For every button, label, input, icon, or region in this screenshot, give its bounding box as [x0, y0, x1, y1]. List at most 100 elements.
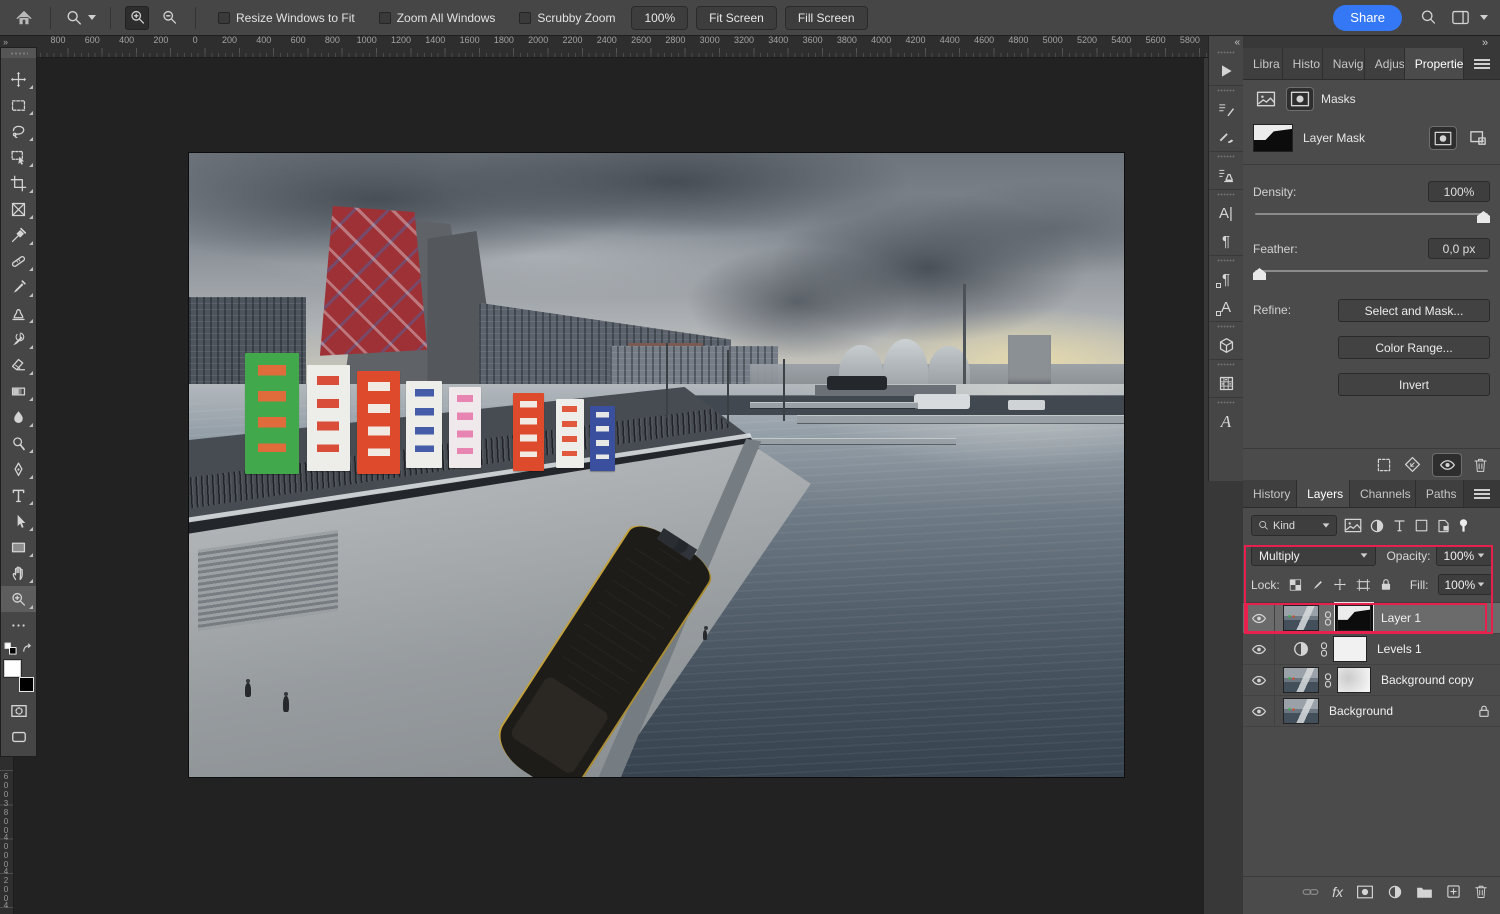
- tab-layers[interactable]: Layers: [1297, 480, 1350, 507]
- path-selection-tool[interactable]: [1, 508, 36, 534]
- actions-panel-button[interactable]: [1209, 57, 1243, 85]
- paragraph-panel-button[interactable]: ¶: [1209, 227, 1243, 255]
- add-mask-icon[interactable]: [1356, 885, 1374, 899]
- home-button[interactable]: [12, 6, 36, 30]
- tab-channels[interactable]: Channels: [1350, 480, 1416, 507]
- panel-menu-button[interactable]: [1464, 48, 1500, 79]
- hand-tool[interactable]: [1, 560, 36, 586]
- timeline-panel-button[interactable]: [1209, 369, 1243, 397]
- share-button[interactable]: Share: [1333, 5, 1402, 31]
- layer-row-levels-1[interactable]: Levels 1: [1243, 634, 1500, 665]
- layer-mask-thumbnail[interactable]: [1337, 605, 1371, 631]
- zoom-in-button[interactable]: [125, 6, 149, 30]
- load-selection-icon[interactable]: [1376, 457, 1392, 473]
- layer-name[interactable]: Layer 1: [1381, 611, 1421, 625]
- feather-value[interactable]: 0,0 px: [1428, 238, 1490, 259]
- tab-libraries[interactable]: Libra: [1243, 48, 1283, 79]
- background-color-swatch[interactable]: [19, 677, 34, 692]
- color-swatches[interactable]: [4, 660, 34, 692]
- layer-thumbnail[interactable]: [1283, 698, 1319, 724]
- layer-styles-button[interactable]: fx: [1332, 884, 1343, 900]
- zoom-tool[interactable]: [1, 586, 36, 612]
- rectangle-tool[interactable]: [1, 534, 36, 560]
- crop-tool[interactable]: [1, 170, 36, 196]
- adjustment-filter-icon[interactable]: [1369, 518, 1385, 534]
- scrubby-zoom-checkbox[interactable]: Scrubby Zoom: [519, 11, 615, 25]
- tab-navigator[interactable]: Navig: [1323, 48, 1365, 79]
- canvas-image[interactable]: [189, 153, 1124, 777]
- select-and-mask-button[interactable]: Select and Mask...: [1338, 299, 1490, 322]
- character-panel-button[interactable]: A|: [1209, 199, 1243, 227]
- opacity-value-box[interactable]: 100%: [1436, 545, 1492, 566]
- panel-menu-button[interactable]: [1464, 480, 1500, 507]
- tab-histogram[interactable]: Histo: [1283, 48, 1323, 79]
- edit-toolbar-button[interactable]: [1, 612, 36, 638]
- swap-colors-icon[interactable]: [21, 642, 34, 655]
- workspace-button[interactable]: [1448, 6, 1472, 30]
- brush-tool[interactable]: [1, 274, 36, 300]
- add-vector-mask-button[interactable]: [1466, 127, 1490, 149]
- kind-filter-dropdown[interactable]: Kind: [1251, 515, 1337, 536]
- pixel-filter-icon[interactable]: [1344, 518, 1362, 533]
- visibility-toggle[interactable]: [1243, 665, 1275, 695]
- smart-object-filter-icon[interactable]: [1436, 518, 1451, 534]
- layer-name[interactable]: Levels 1: [1377, 642, 1422, 656]
- feather-slider[interactable]: [1255, 267, 1488, 281]
- layer-mask-thumbnail[interactable]: [1333, 636, 1367, 662]
- lock-artboard-icon[interactable]: [1356, 578, 1371, 592]
- layer-name[interactable]: Background copy: [1381, 673, 1474, 687]
- healing-brush-tool[interactable]: [1, 248, 36, 274]
- link-layers-icon[interactable]: [1302, 886, 1319, 898]
- eraser-tool[interactable]: [1, 352, 36, 378]
- lock-all-icon[interactable]: [1380, 577, 1392, 592]
- fit-screen-button[interactable]: Fit Screen: [696, 6, 777, 30]
- glyphs-panel-button[interactable]: A: [1209, 407, 1243, 435]
- density-slider[interactable]: [1255, 210, 1488, 224]
- delete-layer-icon[interactable]: [1474, 884, 1488, 899]
- link-mask-icon[interactable]: [1323, 610, 1333, 627]
- lock-position-icon[interactable]: [1333, 577, 1347, 592]
- layer-lock-icon[interactable]: [1478, 704, 1490, 718]
- select-mask-button[interactable]: [1430, 127, 1456, 149]
- resize-windows-checkbox[interactable]: Resize Windows to Fit: [218, 11, 355, 25]
- apply-mask-icon[interactable]: [1404, 456, 1421, 473]
- paragraph-styles-panel-button[interactable]: ¶: [1209, 265, 1243, 293]
- mask-properties-button[interactable]: [1287, 88, 1313, 110]
- brush-settings-panel-button[interactable]: [1209, 95, 1243, 123]
- lasso-tool[interactable]: [1, 118, 36, 144]
- link-mask-icon[interactable]: [1323, 672, 1333, 689]
- dodge-tool[interactable]: [1, 430, 36, 456]
- mask-visibility-button[interactable]: [1433, 454, 1461, 476]
- new-group-icon[interactable]: [1416, 885, 1433, 899]
- lock-pix-icon[interactable]: [1311, 577, 1325, 592]
- default-colors-icon[interactable]: [4, 642, 17, 655]
- tab-properties[interactable]: Properties: [1405, 48, 1464, 79]
- brushes-panel-button[interactable]: [1209, 123, 1243, 151]
- layer-thumbnail[interactable]: [1283, 667, 1319, 693]
- zoom-all-windows-checkbox[interactable]: Zoom All Windows: [379, 11, 496, 25]
- zoom-level-button[interactable]: 100%: [631, 6, 688, 30]
- color-range-button[interactable]: Color Range...: [1338, 336, 1490, 359]
- layer-row-background-copy[interactable]: Background copy: [1243, 665, 1500, 696]
- gradient-tool[interactable]: [1, 378, 36, 404]
- shape-filter-icon[interactable]: [1414, 518, 1429, 533]
- palette-grip[interactable]: [1, 48, 36, 58]
- visibility-toggle[interactable]: [1243, 634, 1275, 664]
- zoom-tool-preset-button[interactable]: [65, 6, 96, 30]
- new-layer-icon[interactable]: [1446, 884, 1461, 899]
- visibility-toggle[interactable]: [1243, 696, 1275, 726]
- layer-mask-thumbnail[interactable]: [1253, 124, 1293, 152]
- layer-name[interactable]: Background: [1329, 704, 1393, 718]
- move-tool[interactable]: [1, 66, 36, 92]
- horizontal-ruler[interactable]: » 80060040020002004006008001000120014001…: [0, 36, 1208, 58]
- clone-stamp-tool[interactable]: [1, 300, 36, 326]
- frame-tool[interactable]: [1, 196, 36, 222]
- blur-tool[interactable]: [1, 404, 36, 430]
- link-mask-icon[interactable]: [1319, 641, 1329, 658]
- expand-panels-button[interactable]: «: [1234, 37, 1239, 48]
- character-styles-panel-button[interactable]: A: [1209, 293, 1243, 321]
- clone-source-panel-button[interactable]: [1209, 161, 1243, 189]
- fill-value-box[interactable]: 100%: [1438, 574, 1492, 595]
- screen-mode-button[interactable]: [1, 724, 36, 750]
- layer-thumbnail[interactable]: [1283, 605, 1319, 631]
